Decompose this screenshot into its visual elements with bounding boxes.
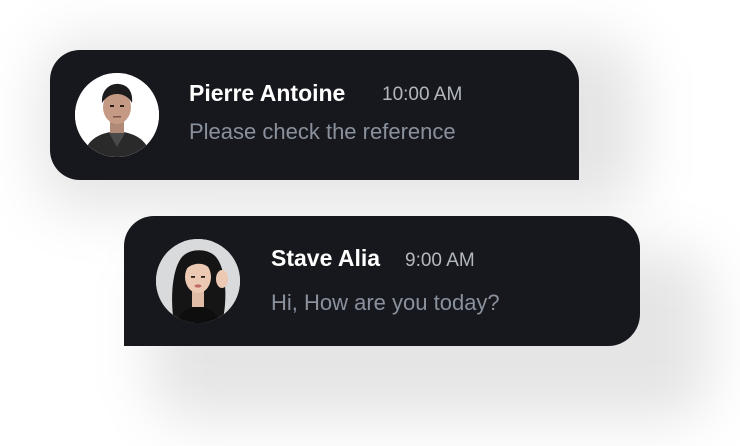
message-time: 9:00 AM (405, 250, 475, 271)
message-card[interactable]: Pierre Antoine 10:00 AM Please check the… (50, 50, 579, 180)
avatar-man-icon (75, 73, 159, 157)
message-card[interactable]: Stave Alia 9:00 AM Hi, How are you today… (124, 216, 640, 346)
sender-name: Pierre Antoine (189, 80, 346, 106)
message-text: Hi, How are you today? (271, 290, 500, 315)
avatar (156, 239, 240, 323)
avatar-woman-icon (156, 239, 240, 323)
message-text: Please check the reference (189, 119, 456, 144)
message-time: 10:00 AM (382, 84, 463, 105)
avatar (75, 73, 159, 157)
chat-preview: Pierre Antoine 10:00 AM Please check the… (0, 0, 740, 446)
sender-name: Stave Alia (271, 245, 381, 271)
